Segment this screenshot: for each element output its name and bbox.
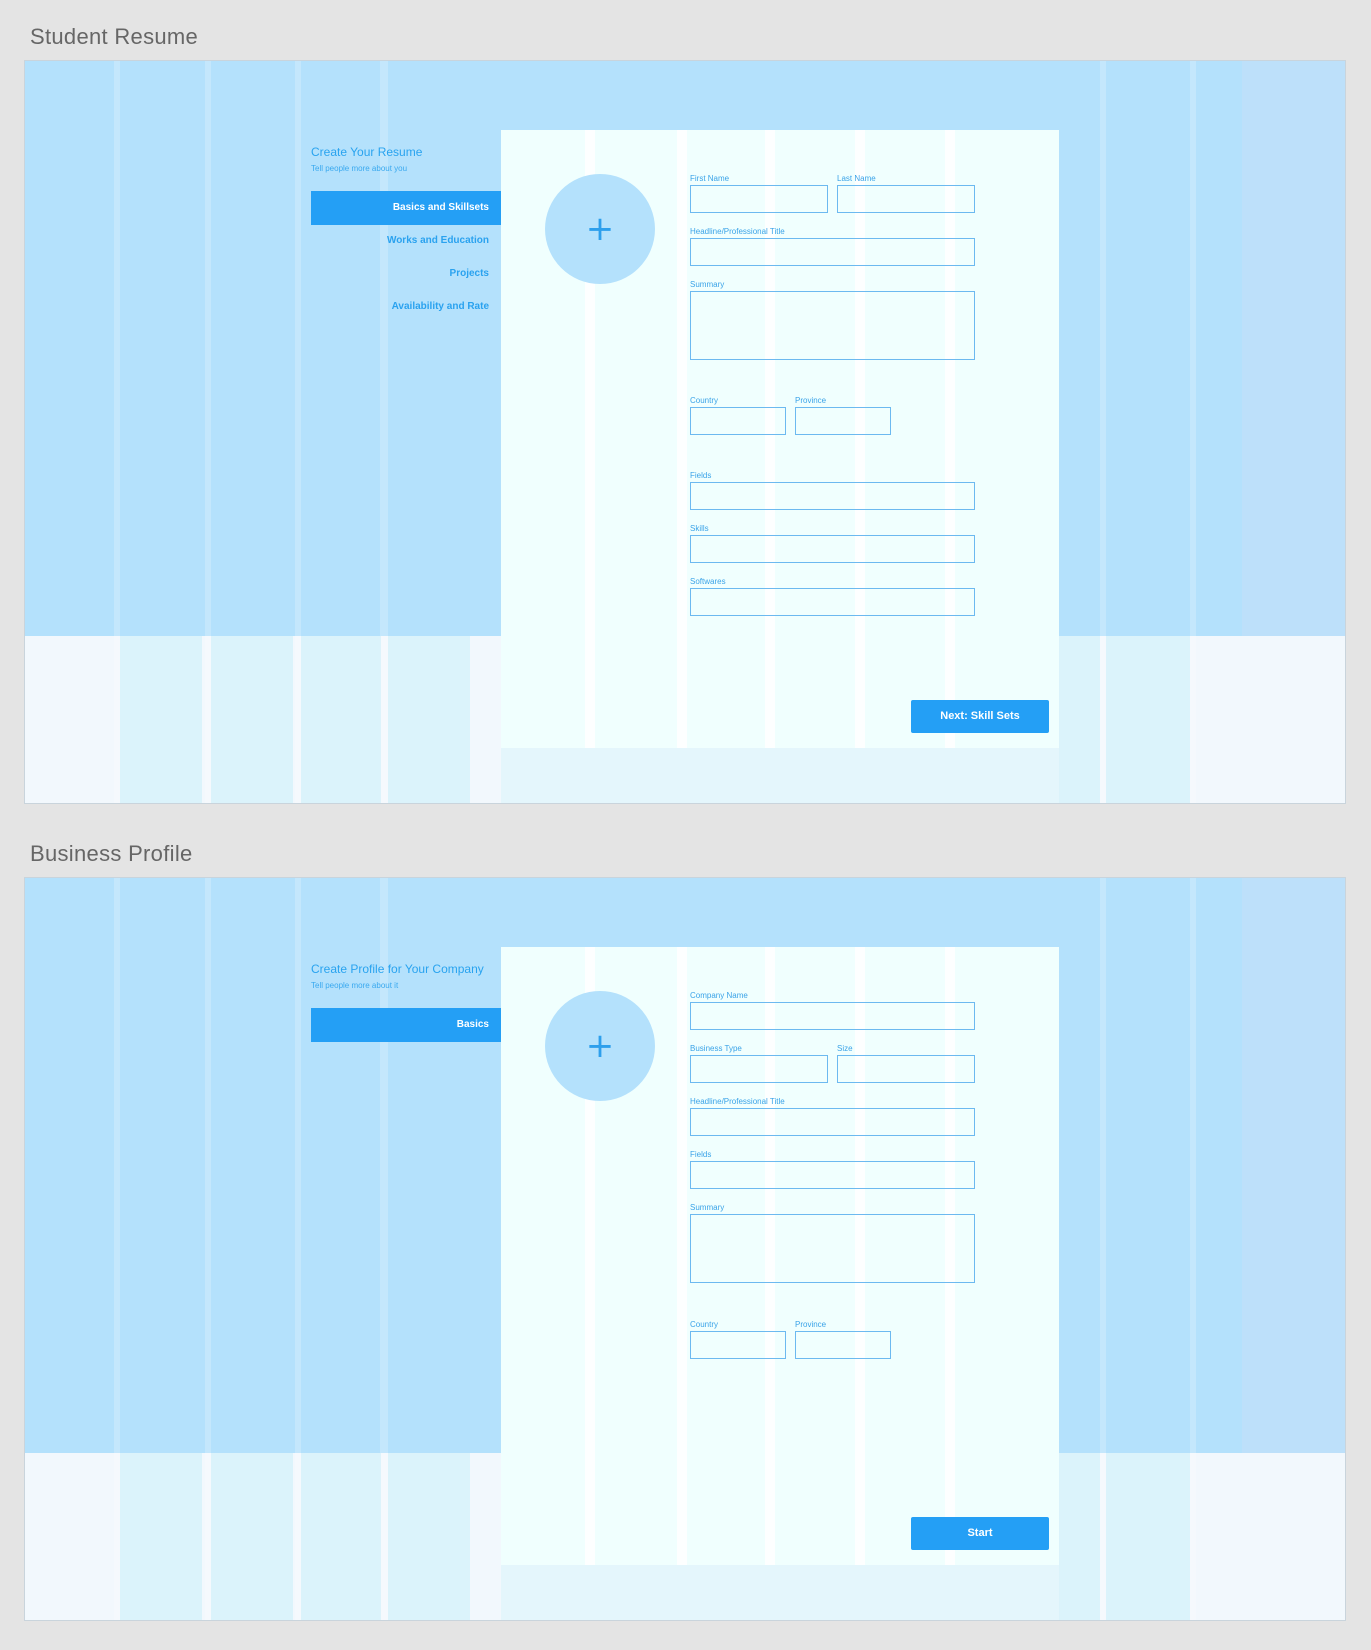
softwares-field[interactable] <box>690 588 975 616</box>
page-subheading: Tell people more about it <box>311 981 399 990</box>
province-field[interactable] <box>795 1331 891 1359</box>
fields-field[interactable] <box>690 1161 975 1189</box>
skills-field[interactable] <box>690 535 975 563</box>
country-field[interactable] <box>690 1331 786 1359</box>
first-name-field[interactable] <box>690 185 828 213</box>
fields-label: Fields <box>690 1150 712 1159</box>
board-title-student-resume: Student Resume <box>30 24 199 49</box>
next-skill-sets-button[interactable]: Next: Skill Sets <box>911 700 1049 733</box>
nav-works-and-education[interactable]: Works and Education <box>311 224 501 258</box>
fields-field[interactable] <box>690 482 975 510</box>
plus-icon: + <box>585 209 615 249</box>
logo-upload[interactable]: + <box>545 991 655 1101</box>
province-label: Province <box>795 396 827 405</box>
page-heading: Create Profile for Your Company <box>311 962 484 976</box>
headline-field[interactable] <box>690 238 975 266</box>
page-heading: Create Your Resume <box>311 145 423 159</box>
company-name-field[interactable] <box>690 1002 975 1030</box>
province-label: Province <box>795 1320 827 1329</box>
last-name-label: Last Name <box>837 174 876 183</box>
start-button[interactable]: Start <box>911 1517 1049 1550</box>
resume-form-card: + First Name Last Name Headline/Professi… <box>501 130 1059 803</box>
headline-label: Headline/Professional Title <box>690 1097 785 1106</box>
fields-label: Fields <box>690 471 712 480</box>
business-type-label: Business Type <box>690 1044 742 1053</box>
company-name-label: Company Name <box>690 991 748 1000</box>
summary-field[interactable] <box>690 1214 975 1283</box>
business-form-card: + Company Name Business Type Size Headli… <box>501 947 1059 1620</box>
skills-label: Skills <box>690 524 709 533</box>
nav-availability-and-rate[interactable]: Availability and Rate <box>311 290 501 324</box>
country-label: Country <box>690 396 719 405</box>
page-subheading: Tell people more about you <box>311 164 408 173</box>
artboard-business-profile: Create Profile for Your Company Tell peo… <box>24 877 1346 1621</box>
country-label: Country <box>690 1320 719 1329</box>
first-name-label: First Name <box>690 174 730 183</box>
size-field[interactable] <box>837 1055 975 1083</box>
summary-label: Summary <box>690 1203 725 1212</box>
avatar-upload[interactable]: + <box>545 174 655 284</box>
business-type-field[interactable] <box>690 1055 828 1083</box>
headline-label: Headline/Professional Title <box>690 227 785 236</box>
province-field[interactable] <box>795 407 891 435</box>
board-title-business-profile: Business Profile <box>30 841 193 866</box>
country-field[interactable] <box>690 407 786 435</box>
last-name-field[interactable] <box>837 185 975 213</box>
softwares-label: Softwares <box>690 577 726 586</box>
summary-field[interactable] <box>690 291 975 360</box>
nav-projects[interactable]: Projects <box>311 257 501 291</box>
headline-field[interactable] <box>690 1108 975 1136</box>
plus-icon: + <box>585 1026 615 1066</box>
size-label: Size <box>837 1044 853 1053</box>
artboard-student-resume: Create Your Resume Tell people more abou… <box>24 60 1346 804</box>
nav-basics[interactable]: Basics <box>311 1008 501 1042</box>
nav-basics-and-skillsets[interactable]: Basics and Skillsets <box>311 191 501 225</box>
summary-label: Summary <box>690 280 725 289</box>
